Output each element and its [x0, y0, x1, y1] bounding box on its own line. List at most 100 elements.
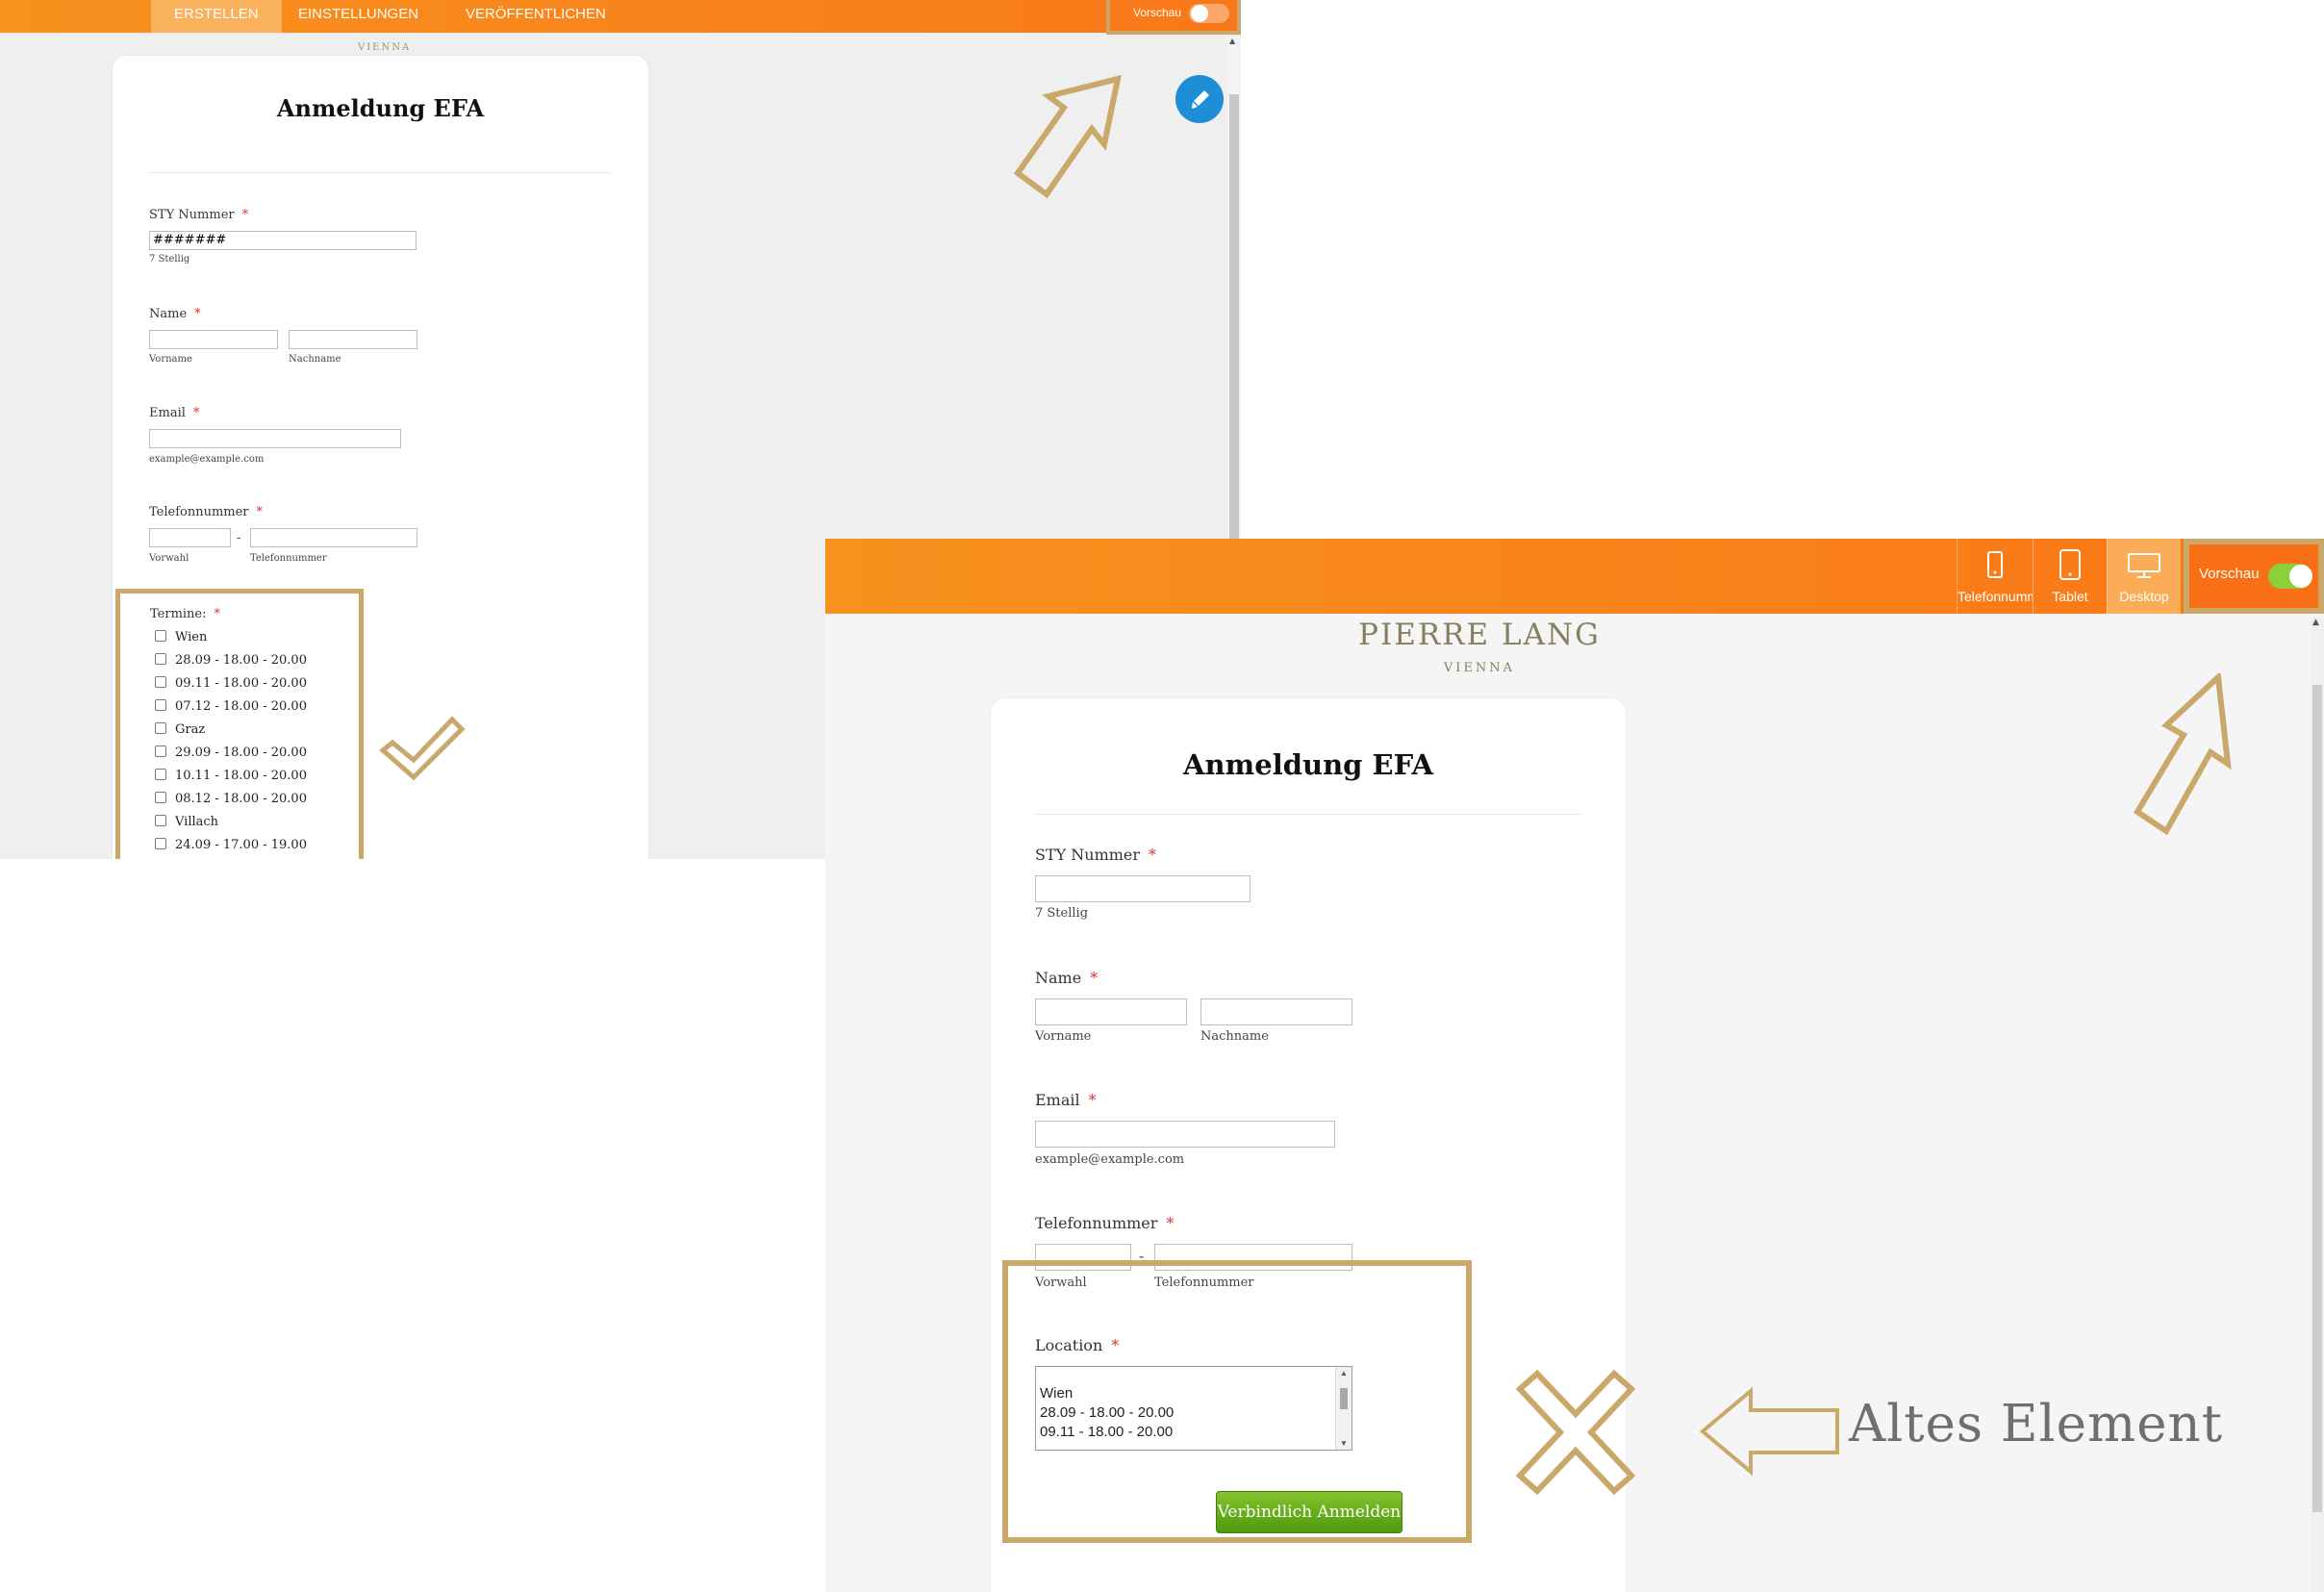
location-option[interactable]: Wien — [1040, 1384, 1073, 1403]
email-input[interactable] — [149, 429, 401, 448]
phone-icon — [1987, 551, 2003, 578]
device-tablet-button[interactable]: Tablet — [2033, 539, 2107, 614]
date-option[interactable]: 10.11 - 18.00 - 20.00 — [155, 768, 307, 785]
form-title: Anmeldung EFA — [276, 94, 485, 122]
checkbox[interactable] — [155, 815, 166, 826]
preview-toggle-highlight: Vorschau — [1106, 0, 1241, 35]
checkbox[interactable] — [155, 653, 166, 665]
phone-label: Telefonnummer * — [1035, 1214, 1174, 1232]
checkbox[interactable] — [155, 769, 166, 780]
checkbox[interactable] — [155, 838, 166, 849]
phone-number-hint: Telefonnummer — [250, 553, 327, 564]
location-option[interactable]: 09.11 - 18.00 - 20.00 — [1040, 1423, 1173, 1442]
sty-label-text: STY Nummer — [149, 208, 235, 222]
location-label: Location * — [1035, 1336, 1119, 1354]
email-label-text: Email — [1035, 1091, 1080, 1109]
tab-veroeffentlichen[interactable]: VERÖFFENTLICHEN — [466, 0, 606, 33]
required-mark: * — [241, 208, 249, 222]
device-phone-button[interactable]: Telefonnummer — [1957, 539, 2033, 614]
preview-label: Vorschau — [2199, 566, 2260, 582]
location-label-text: Location — [1035, 1336, 1103, 1354]
preview-mode-screenshot: Telefonnummer Tablet Desktop Vorschau PI… — [825, 539, 2324, 1592]
scroll-up-arrow-icon[interactable]: ▲ — [1340, 1369, 1348, 1377]
phone-separator: - — [237, 531, 241, 545]
sty-input[interactable]: ####### — [149, 231, 417, 250]
name-label-text: Name — [149, 307, 188, 321]
phone-label-text: Telefonnummer — [1035, 1214, 1158, 1232]
email-label: Email * — [1035, 1091, 1097, 1109]
date-option-label: 07.12 - 18.00 - 20.00 — [175, 699, 307, 714]
scroll-up-arrow-icon[interactable]: ▲ — [2312, 618, 2319, 627]
email-label: Email * — [149, 406, 199, 420]
first-name-input[interactable] — [149, 330, 278, 349]
email-hint: example@example.com — [1035, 1152, 1185, 1167]
area-code-input[interactable] — [149, 528, 231, 547]
scroll-up-arrow-icon[interactable]: ▲ — [1229, 37, 1235, 45]
title-divider — [1035, 814, 1581, 815]
checkbox[interactable] — [155, 745, 166, 757]
submit-button[interactable]: Verbindlich Anmelden — [1216, 1491, 1402, 1533]
last-name-input[interactable] — [289, 330, 417, 349]
phone-number-input[interactable] — [250, 528, 417, 547]
location-option[interactable]: 28.09 - 18.00 - 20.00 — [1040, 1403, 1174, 1423]
date-option-label: 28.09 - 18.00 - 20.00 — [175, 653, 307, 668]
device-desktop-label: Desktop — [2119, 589, 2169, 604]
brand-subtitle: VIENNA — [358, 42, 412, 53]
x-mark-annotation-icon — [1516, 1370, 1635, 1495]
phone-label-text: Telefonnummer — [149, 505, 249, 519]
listbox-scrollbar[interactable]: ▲ ▼ — [1335, 1367, 1351, 1450]
dates-label: Termine: * — [150, 607, 220, 621]
email-input[interactable] — [1035, 1121, 1335, 1148]
device-desktop-button[interactable]: Desktop — [2107, 539, 2181, 614]
dates-label-text: Termine: — [150, 607, 207, 621]
scrollbar-thumb[interactable] — [2312, 685, 2322, 1512]
brand-logo: PIERRE LANG — [1358, 618, 1601, 652]
scrollbar-thumb[interactable] — [1340, 1388, 1348, 1409]
tablet-icon — [2059, 549, 2081, 580]
title-divider — [149, 172, 611, 173]
first-name-input[interactable] — [1035, 998, 1187, 1025]
date-option[interactable]: 28.09 - 18.00 - 20.00 — [155, 652, 307, 670]
last-name-input[interactable] — [1200, 998, 1352, 1025]
date-option[interactable]: Villach — [155, 814, 218, 831]
date-option[interactable]: Graz — [155, 721, 205, 739]
last-name-hint: Nachname — [1200, 1029, 1269, 1044]
date-option-label: Wien — [175, 630, 208, 644]
paint-brush-button[interactable] — [1175, 75, 1224, 123]
desktop-icon — [2128, 553, 2160, 578]
preview-scrollbar[interactable]: ▲ — [2311, 618, 2324, 1592]
checkbox[interactable] — [155, 630, 166, 642]
sty-label: STY Nummer * — [1035, 846, 1156, 864]
toggle-knob — [1191, 5, 1208, 22]
tab-erstellen[interactable]: ERSTELLEN — [151, 0, 282, 33]
tab-einstellungen[interactable]: EINSTELLUNGEN — [298, 0, 418, 33]
annotation-caption: Altes Element — [1849, 1395, 2223, 1453]
checkbox[interactable] — [155, 676, 166, 688]
email-label-text: Email — [149, 406, 186, 420]
name-label-text: Name — [1035, 969, 1082, 987]
device-tablet-label: Tablet — [2052, 589, 2088, 604]
sty-input[interactable] — [1035, 875, 1250, 902]
sty-hint: 7 Stellig — [1035, 906, 1089, 921]
date-option[interactable]: 29.09 - 18.00 - 20.00 — [155, 745, 307, 762]
date-option[interactable]: 24.09 - 17.00 - 19.00 — [155, 837, 307, 854]
toggle-knob — [2289, 565, 2312, 588]
date-option[interactable]: 08.12 - 18.00 - 20.00 — [155, 791, 307, 808]
paint-brush-icon — [1192, 90, 1209, 109]
preview-toggle[interactable] — [1189, 4, 1229, 23]
checkbox[interactable] — [155, 699, 166, 711]
first-name-hint: Vorname — [1035, 1029, 1092, 1044]
scroll-down-arrow-icon[interactable]: ▼ — [1340, 1439, 1348, 1448]
area-code-hint: Vorwahl — [149, 553, 189, 564]
checkbox[interactable] — [155, 792, 166, 803]
date-option-label: Graz — [175, 722, 206, 737]
date-option[interactable]: Wien — [155, 629, 207, 646]
sty-label: STY Nummer * — [149, 208, 248, 222]
arrow-annotation-icon — [2133, 673, 2232, 836]
date-option[interactable]: 07.12 - 18.00 - 20.00 — [155, 698, 307, 716]
checkbox[interactable] — [155, 722, 166, 734]
location-listbox[interactable]: Wien 28.09 - 18.00 - 20.00 09.11 - 18.00… — [1035, 1366, 1352, 1451]
required-mark: * — [1111, 1336, 1120, 1354]
date-option[interactable]: 09.11 - 18.00 - 20.00 — [155, 675, 307, 693]
preview-toggle[interactable] — [2268, 564, 2312, 589]
